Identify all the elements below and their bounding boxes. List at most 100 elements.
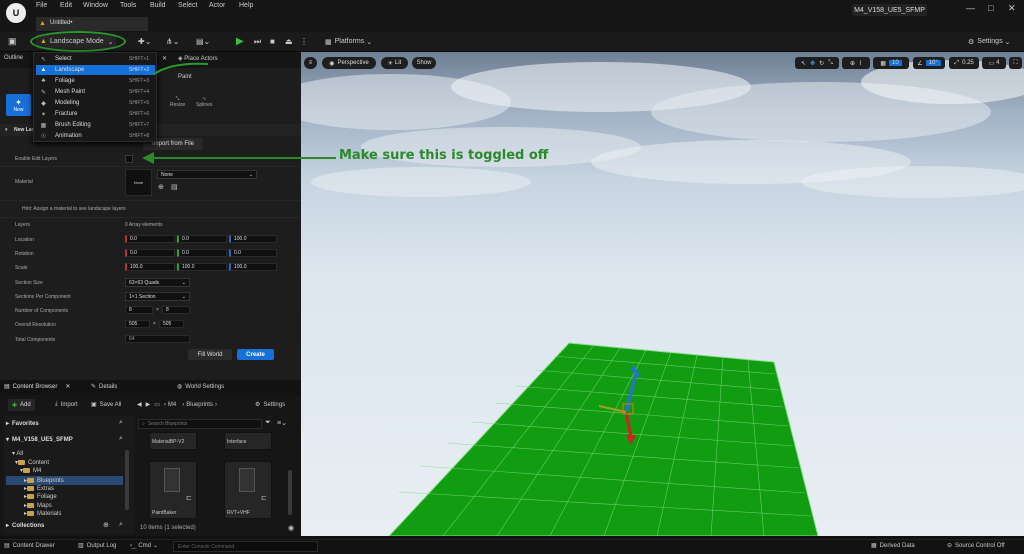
more-options-icon[interactable]: ⋮ [300, 34, 308, 49]
sections-per-component-dropdown[interactable]: 1×1 Section ⌄ [125, 292, 190, 301]
menu-item-select[interactable]: ↖ Select SHIFT+1 [36, 54, 155, 64]
tree-item-extras[interactable]: ▸ Extras [24, 485, 54, 493]
output-log-button[interactable]: ▥ Output Log [78, 542, 116, 550]
view-options-icon[interactable]: ◉ [288, 524, 294, 532]
perspective-button[interactable]: ◉ Perspective [322, 57, 376, 69]
browse-arrow-icon[interactable]: ⊕ [158, 183, 164, 191]
coordinate-space-group[interactable]: ⊕ ⌇ [842, 57, 870, 69]
unreal-logo-icon[interactable]: U [6, 3, 26, 23]
menu-file[interactable]: File [36, 2, 47, 9]
save-icon[interactable]: ▣ [8, 34, 17, 49]
tab-content-browser[interactable]: ▤ Content Browser ✕ [4, 383, 70, 391]
section-size-dropdown[interactable]: 63×63 Quads ⌄ [125, 278, 190, 287]
rotation-z-field[interactable]: 0.0 [229, 249, 277, 257]
add-actor-icon[interactable]: ✚⌄ [138, 34, 151, 49]
search-icon[interactable]: ⌕ [119, 521, 123, 529]
menu-edit[interactable]: Edit [60, 2, 72, 9]
asset-tile[interactable]: Interface [224, 432, 272, 450]
back-icon[interactable]: ◀ [137, 401, 142, 408]
material-thumbnail[interactable]: None [125, 169, 152, 196]
components-y-field[interactable]: 8 [162, 306, 190, 314]
source-control-button[interactable]: ⊖ Source Control Off [947, 542, 1005, 550]
tree-item-foliage[interactable]: ▸ Foliage [24, 493, 57, 501]
sort-icon[interactable]: ≡⌄ [277, 419, 287, 427]
blueprint-icon[interactable]: ⋔⌄ [166, 34, 179, 49]
browse-folder-icon[interactable]: ▤ [171, 183, 178, 191]
asset-tile[interactable]: ⊏ PaintBaker [149, 461, 197, 519]
import-button[interactable]: ⤓ Import [55, 401, 78, 408]
scale-y-field[interactable]: 100.0 [177, 263, 227, 271]
tab-details[interactable]: ✎ Details [91, 383, 117, 391]
transform-tools-group[interactable]: ↖ ✥ ↻ ⤡ [795, 57, 839, 69]
tab-outliner[interactable]: Outline [4, 55, 23, 61]
play-icon[interactable]: ▶ [236, 34, 244, 49]
scale-snap-control[interactable]: ⤢ 0.25 [949, 57, 979, 69]
console-command-input[interactable]: Enter Console Command [173, 541, 318, 552]
resolution-x-field[interactable]: 505 [125, 320, 150, 328]
new-landscape-tool-button[interactable]: ✦ New [6, 94, 31, 116]
asset-tile[interactable]: ⊏ RVT+VHF [224, 461, 272, 519]
save-all-button[interactable]: ▣ Save All [91, 401, 121, 409]
rotation-y-field[interactable]: 0.0 [177, 249, 227, 257]
filter-icon[interactable]: ⏷ [265, 419, 271, 427]
menu-tools[interactable]: Tools [120, 2, 136, 9]
add-collection-icon[interactable]: ⊕ [103, 521, 109, 529]
camera-speed-control[interactable]: ▭ 4 [982, 57, 1006, 69]
path-segment[interactable]: Blueprints [186, 402, 213, 408]
forward-icon[interactable]: ▶ [146, 401, 151, 408]
resolution-y-field[interactable]: 505 [159, 320, 184, 328]
maximize-icon[interactable]: □ [988, 3, 993, 13]
components-x-field[interactable]: 8 [125, 306, 153, 314]
cmd-selector[interactable]: ›_ Cmd ⌄ [130, 542, 158, 550]
project-header[interactable]: ▾ M4_V158_UE5_SFMP [6, 436, 73, 444]
tree-item-m4[interactable]: ▾ M4 [20, 467, 41, 475]
grid-snap-control[interactable]: ▦ 10 [873, 57, 909, 69]
level-viewport[interactable]: ≡ ◉ Perspective ☀ Lit Show ↖ ✥ ↻ ⤡ ⊕ ⌇ ▦ 10 … [301, 52, 1024, 536]
menu-actor[interactable]: Actor [209, 2, 225, 9]
tree-item-blueprints[interactable]: ▸ Blueprints [6, 476, 123, 485]
close-icon[interactable]: ✕ [1008, 3, 1016, 14]
location-x-field[interactable]: 0.0 [125, 235, 175, 243]
tab-world-settings[interactable]: ◍ World Settings [177, 383, 224, 391]
rotation-snap-control[interactable]: ∠ 10° [913, 57, 945, 69]
cinematics-icon[interactable]: ▤⌄ [196, 34, 210, 49]
add-button[interactable]: ✚ Add [8, 399, 35, 411]
tree-item-all[interactable]: ▾ All [12, 450, 23, 457]
search-icon[interactable]: ⌕ [119, 419, 123, 427]
stop-icon[interactable]: ■ [270, 34, 275, 49]
eject-icon[interactable]: ⏏ [285, 34, 293, 49]
menu-item-mesh-paint[interactable]: ✎ Mesh Paint SHIFT+4 [36, 87, 155, 97]
content-drawer-button[interactable]: ▤ Content Drawer [4, 542, 55, 550]
settings-button[interactable]: ⚙ Settings ⌄ [968, 34, 1010, 49]
maximize-viewport-icon[interactable]: ⛶ [1009, 57, 1022, 69]
scale-z-field[interactable]: 100.0 [229, 263, 277, 271]
collapse-arrow-icon[interactable]: ▾ [5, 127, 8, 133]
rotation-x-field[interactable]: 0.0 [125, 249, 175, 257]
tree-item-materials[interactable]: ▸ Materials [24, 510, 61, 518]
menu-item-modeling[interactable]: ◆ Modeling SHIFT+5 [36, 98, 155, 108]
tree-item-content[interactable]: ▾ Content [15, 459, 49, 467]
minimize-icon[interactable]: — [966, 3, 975, 13]
menu-item-foliage[interactable]: ♣ Foliage SHIFT+3 [36, 76, 155, 86]
splines-tool-button[interactable]: ∿ Splines [196, 96, 212, 108]
content-settings-button[interactable]: ⚙ Settings [255, 401, 285, 409]
search-icon[interactable]: ⌕ [119, 435, 123, 443]
create-button[interactable]: Create [237, 349, 274, 360]
derived-data-button[interactable]: ▦ Derived Data [871, 542, 915, 550]
landscape-grid-plane[interactable] [301, 52, 1024, 536]
menu-help[interactable]: Help [239, 2, 253, 9]
assets-scrollbar[interactable] [288, 470, 292, 515]
menu-item-brush-editing[interactable]: ▦ Brush Editing SHIFT+7 [36, 120, 155, 130]
viewport-menu-icon[interactable]: ≡ [304, 57, 317, 69]
show-button[interactable]: Show [412, 57, 436, 69]
favorites-header[interactable]: ▸ Favorites [6, 420, 39, 428]
path-segment[interactable]: M4 [168, 402, 176, 408]
level-tab[interactable]: ▲ Untitled• [36, 17, 148, 31]
fill-world-button[interactable]: Fill World [188, 349, 232, 360]
menu-window[interactable]: Window [83, 2, 108, 9]
lit-button[interactable]: ☀ Lit [381, 57, 408, 69]
menu-item-fracture[interactable]: ✶ Fracture SHIFT+6 [36, 109, 155, 119]
enable-edit-layers-checkbox[interactable] [125, 155, 133, 163]
close-icon[interactable]: ✕ [65, 383, 70, 390]
menu-build[interactable]: Build [150, 2, 166, 9]
